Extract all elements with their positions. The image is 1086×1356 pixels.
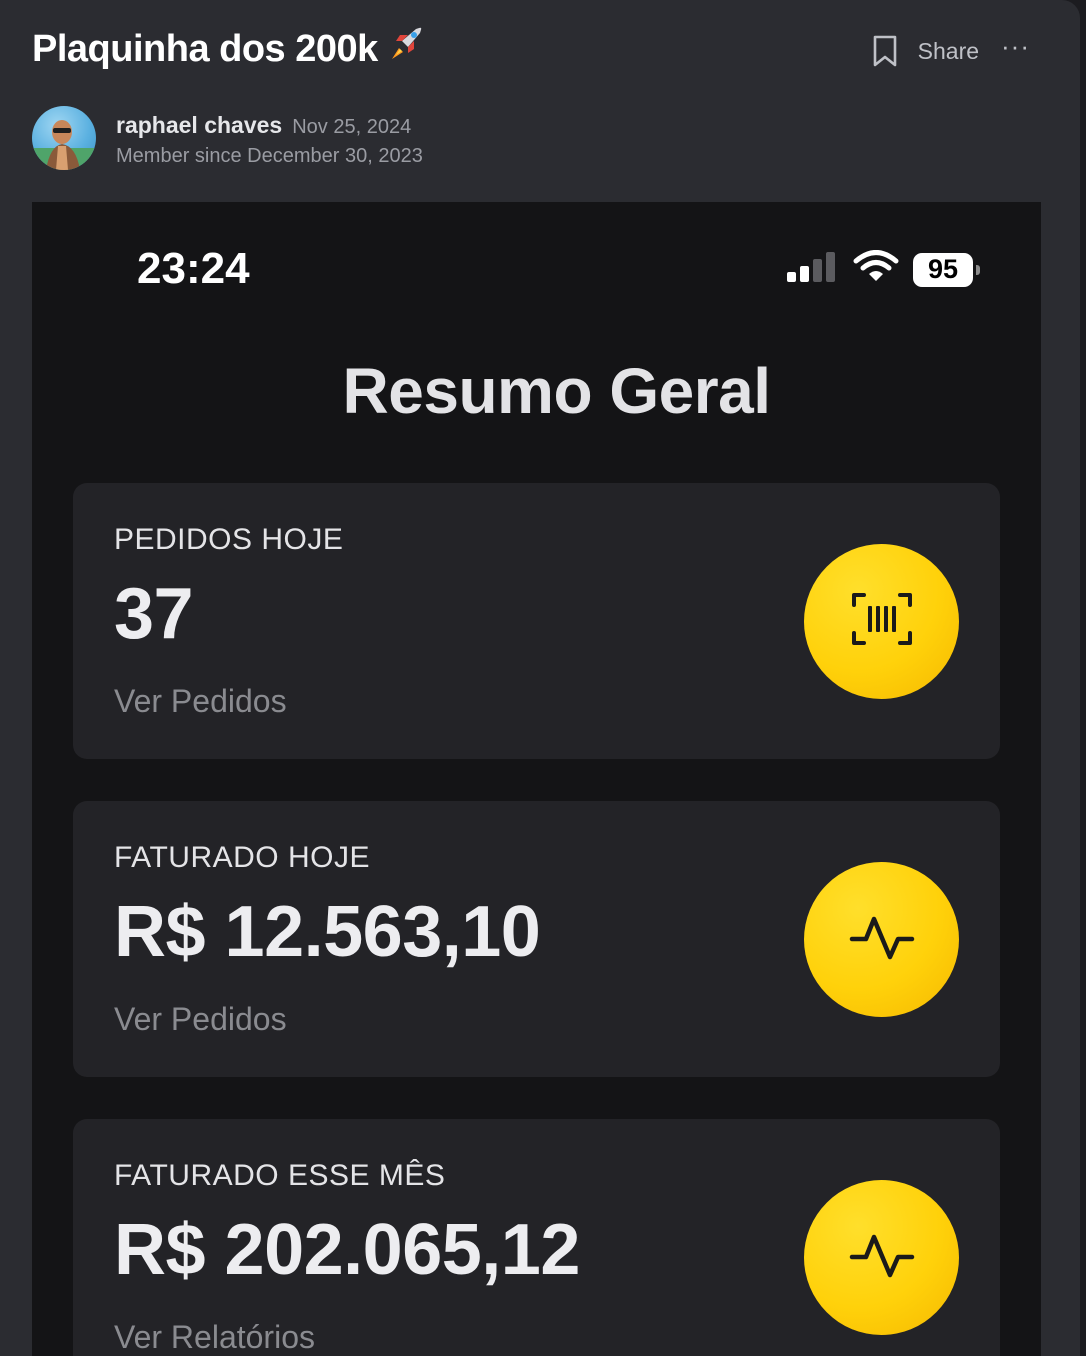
card-value: R$ 202.065,12 <box>114 1210 580 1290</box>
activity-icon <box>849 1230 915 1285</box>
card-label: FATURADO ESSE MÊS <box>114 1159 446 1192</box>
view-reports-link[interactable]: Ver Relatórios <box>114 1319 315 1356</box>
share-button[interactable]: Share <box>918 38 979 65</box>
page-title: Resumo Geral <box>342 355 771 427</box>
activity-icon <box>849 912 915 967</box>
card-value: R$ 12.563,10 <box>114 892 541 972</box>
post-frame: Plaquinha dos 200k Share ··· raphael cha… <box>0 0 1080 1356</box>
rocket-icon <box>386 23 426 73</box>
post-date: Nov 25, 2024 <box>292 116 412 138</box>
card-orders-today[interactable]: PEDIDOS HOJE 37 Ver Pedidos <box>73 483 1000 759</box>
post-actions: Share ··· <box>872 31 1030 68</box>
cellular-signal-icon <box>785 250 837 289</box>
member-since: Member since December 30, 2023 <box>116 145 423 167</box>
card-label: FATURADO HOJE <box>114 841 370 874</box>
post-title-row: Plaquinha dos 200k <box>32 27 426 73</box>
author-info: raphael chaves Nov 25, 2024 Member since … <box>116 112 423 168</box>
avatar[interactable] <box>32 106 96 170</box>
card-billed-month[interactable]: FATURADO ESSE MÊS R$ 202.065,12 Ver Rela… <box>73 1119 1000 1356</box>
view-orders-link[interactable]: Ver Pedidos <box>114 683 287 720</box>
card-billed-today[interactable]: FATURADO HOJE R$ 12.563,10 Ver Pedidos <box>73 801 1000 1077</box>
phone-screenshot: 23:24 95 Resumo Geral PEDIDOS HOJE 37 Ve… <box>32 202 1041 1356</box>
post-title: Plaquinha dos 200k <box>32 28 378 70</box>
card-value: 37 <box>114 574 194 654</box>
barcode-scan-icon <box>850 591 914 652</box>
bookmark-icon[interactable] <box>872 34 898 68</box>
wifi-icon <box>853 250 899 289</box>
author-name[interactable]: raphael chaves <box>116 112 282 138</box>
status-time: 23:24 <box>137 244 250 293</box>
more-options-button[interactable]: ··· <box>1001 31 1030 62</box>
view-orders-link[interactable]: Ver Pedidos <box>114 1001 287 1038</box>
card-badge[interactable] <box>804 1180 959 1335</box>
status-icons: 95 <box>785 250 980 289</box>
card-label: PEDIDOS HOJE <box>114 523 344 556</box>
battery-indicator: 95 <box>913 252 980 287</box>
card-badge[interactable] <box>804 544 959 699</box>
card-badge[interactable] <box>804 862 959 1017</box>
